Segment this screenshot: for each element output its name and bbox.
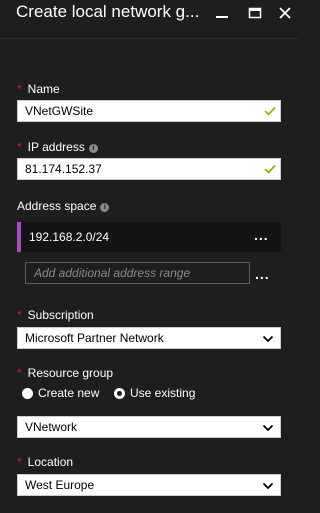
resource-group-value: VNetwork <box>25 420 78 434</box>
minimize-icon[interactable] <box>213 4 231 22</box>
name-field[interactable]: VNetGWSite <box>17 100 281 122</box>
resource-group-label: * Resource group <box>17 366 114 380</box>
required-marker: * <box>17 82 22 96</box>
add-address-range-input[interactable]: Add additional address range <box>25 262 250 284</box>
chevron-down-icon <box>262 333 274 347</box>
checkmark-icon <box>263 162 277 179</box>
add-address-range-placeholder: Add additional address range <box>34 266 191 280</box>
more-options-button[interactable]: ... <box>255 266 270 282</box>
resource-group-dropdown[interactable]: VNetwork <box>17 416 281 438</box>
ip-address-value: 81.174.152.37 <box>25 162 102 176</box>
location-label: * Location <box>17 455 74 469</box>
location-dropdown[interactable]: West Europe <box>17 474 281 496</box>
info-icon[interactable]: i <box>88 144 98 153</box>
title-separator <box>0 38 298 39</box>
chevron-down-icon <box>262 480 274 494</box>
subscription-dropdown[interactable]: Microsoft Partner Network <box>17 327 281 349</box>
required-marker: * <box>17 140 22 154</box>
info-icon[interactable]: i <box>100 203 110 212</box>
name-value: VNetGWSite <box>25 104 94 118</box>
ip-address-field[interactable]: 81.174.152.37 <box>17 158 281 180</box>
title-bar: Create local network g... <box>0 0 298 28</box>
radio-checked-icon[interactable] <box>114 388 125 399</box>
address-range-row[interactable]: 192.168.2.0/24 ... <box>17 222 281 252</box>
location-value: West Europe <box>25 478 95 492</box>
close-icon[interactable] <box>276 4 294 22</box>
subscription-value: Microsoft Partner Network <box>25 331 164 345</box>
radio-unchecked-icon[interactable] <box>22 388 33 399</box>
window-title: Create local network g... <box>16 2 200 21</box>
subscription-label: * Subscription <box>17 308 94 322</box>
maximize-icon[interactable] <box>246 4 264 22</box>
chevron-down-icon <box>262 422 274 436</box>
create-new-radio[interactable]: Create new <box>22 386 99 400</box>
required-marker: * <box>17 366 22 380</box>
checkmark-icon <box>263 104 277 121</box>
address-space-label: Address space i <box>17 199 110 213</box>
more-options-button[interactable]: ... <box>254 227 269 243</box>
name-label: * Name <box>17 82 60 96</box>
required-marker: * <box>17 455 22 469</box>
address-range-value: 192.168.2.0/24 <box>29 230 110 244</box>
required-marker: * <box>17 308 22 322</box>
use-existing-radio[interactable]: Use existing <box>114 386 195 400</box>
ip-address-label: * IP address i <box>17 140 98 154</box>
